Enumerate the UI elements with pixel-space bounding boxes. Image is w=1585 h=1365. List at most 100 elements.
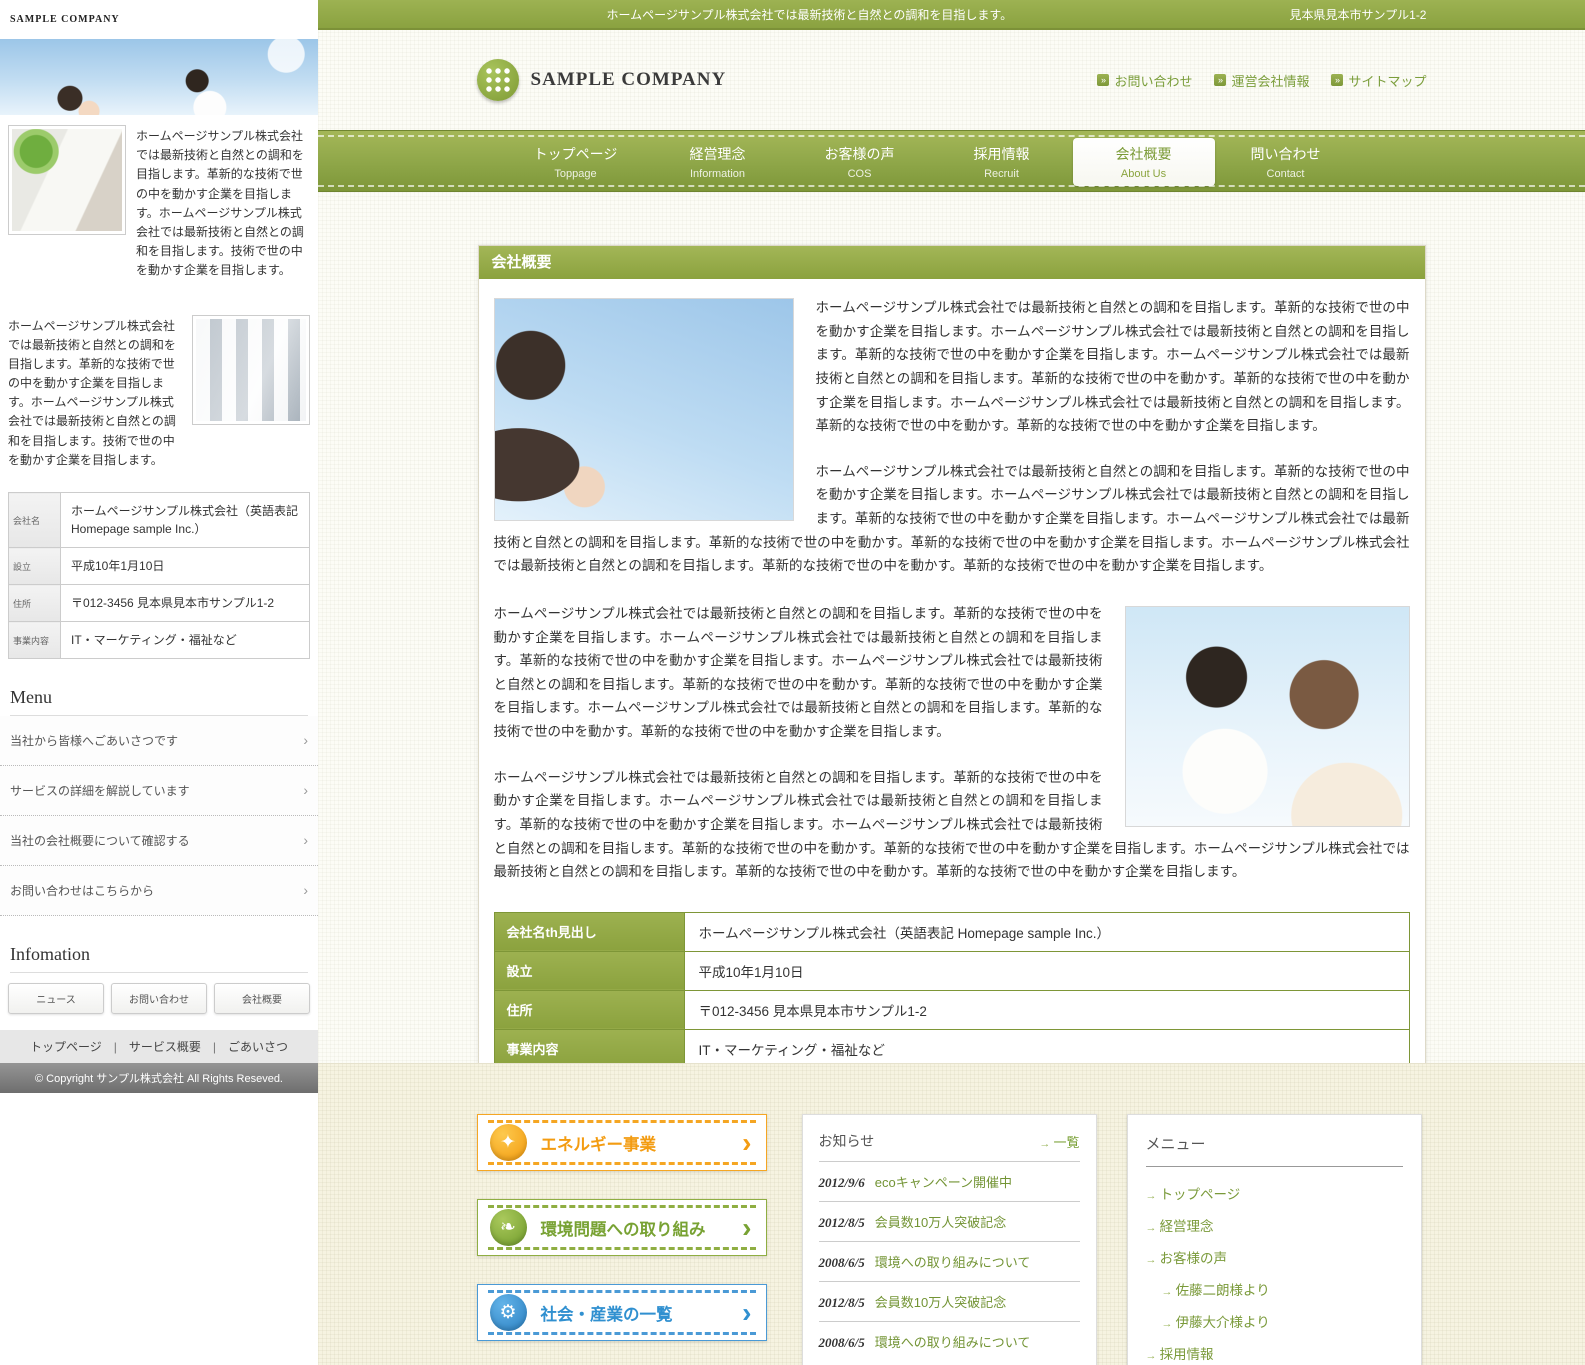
content-box: 会社概要 ホームページサンプル株式会社では最新技術と自然との調和を目指します。革… [478,245,1426,1100]
couple-photo [1125,606,1410,827]
row-value: ホームページサンプル株式会社（英語表記 Homepage sample Inc.… [61,493,310,548]
site-logo[interactable]: SAMPLE COMPANY [477,59,727,101]
side-menu-box: メニュー トップページ 経営理念 お客様の声 佐藤二朗様より 伊藤大介様より 採… [1127,1114,1422,1365]
nav-item-recruit[interactable]: 採用情報 Recruit [931,138,1073,186]
sidebar-menu-item-contact[interactable]: お問い合わせはこちらから [0,866,318,916]
nav-item-contact[interactable]: 問い合わせ Contact [1215,138,1357,186]
contact-button[interactable]: お問い合わせ [111,983,207,1014]
header-link-label: お問い合わせ [1114,71,1192,90]
sidebar-hero-photo [0,39,318,115]
content-row-1: ホームページサンプル株式会社では最新技術と自然との調和を目指します。革新的な技術… [494,296,1410,600]
news-date: 2012/8/5 [819,1215,865,1231]
header-link-label: サイトマップ [1348,71,1426,90]
side-menu-link-philosophy[interactable]: 経営理念 [1146,1209,1403,1241]
row-label: 設立 [9,548,61,585]
header-links: お問い合わせ 運営会社情報 サイトマップ [1097,71,1426,90]
sidebar-menu-heading: Menu [10,687,308,716]
chevron-right-icon: › [742,1214,751,1242]
footer-link-service[interactable]: サービス概要 [102,1040,201,1054]
nav-item-philosophy[interactable]: 経営理念 Information [647,138,789,186]
side-menu-list: トップページ 経営理念 お客様の声 佐藤二朗様より 伊藤大介様より 採用情報 2… [1146,1177,1403,1365]
sidebar-intro-text-1: ホームページサンプル株式会社では最新技術と自然との調和を目指します。革新的な技術… [136,125,310,281]
row-value: ホームページサンプル株式会社（英語表記 Homepage sample Inc.… [684,912,1409,951]
logo-dots-icon [477,59,519,101]
industry-banner[interactable]: 社会・産業の一覧 › [477,1284,767,1341]
energy-banner[interactable]: エネルギー事業 › [477,1114,767,1171]
side-menu-link-recruit[interactable]: 採用情報 [1146,1337,1403,1365]
news-date: 2008/6/5 [819,1255,865,1271]
woman-photo [494,298,794,521]
arrow-square-icon [1097,74,1109,86]
about-button[interactable]: 会社概要 [214,983,310,1014]
table-row: 設立 平成10年1月10日 [494,951,1409,990]
logo-text: SAMPLE COMPANY [531,69,727,91]
news-box: お知らせ 一覧 2012/9/6 ecoキャンペーン開催中 2012/8/5 会… [802,1114,1097,1365]
nav-item-voices[interactable]: お客様の声 COS [789,138,931,186]
arrow-square-icon [1331,74,1343,86]
row-value: 〒012-3456 見本県見本市サンプル1-2 [61,585,310,622]
sidebar-info-buttons: ニュース お問い合わせ 会社概要 [8,983,310,1014]
site-header: SAMPLE COMPANY お問い合わせ 運営会社情報 サイトマップ [318,30,1585,130]
arrow-square-icon [1214,74,1226,86]
news-link[interactable]: 会員数10万人突破記念 [875,1212,1006,1231]
table-row: 設立 平成10年1月10日 [9,548,310,585]
company-info-table: 会社名th見出し ホームページサンプル株式会社（英語表記 Homepage sa… [494,912,1410,1069]
sidebar-menu-item-about[interactable]: 当社の会社概要について確認する [0,816,318,866]
side-menu-link-sato[interactable]: 佐藤二朗様より [1146,1273,1403,1305]
side-menu-link-voices[interactable]: お客様の声 [1146,1241,1403,1273]
news-link[interactable]: 会員数10万人突破記念 [875,1292,1006,1311]
news-row: 2012/8/5 会員数10万人突破記念 [819,1202,1080,1242]
sidebar-copyright: © Copyright サンプル株式会社 All Rights Reseved. [0,1063,318,1093]
news-link[interactable]: ecoキャンペーン開催中 [875,1172,1012,1191]
news-row: 2012/8/5 会員数10万人突破記念 [819,1282,1080,1322]
chevron-right-icon: › [742,1299,751,1327]
footer-link-greeting[interactable]: ごあいさつ [201,1040,288,1054]
desk-photo [8,125,126,235]
global-nav: トップページ Toppage 経営理念 Information お客様の声 CO… [318,130,1585,192]
sidebar-menu: 当社から皆様へごあいさつです サービスの詳細を解説しています 当社の会社概要につ… [0,716,318,916]
news-more-link[interactable]: 一覧 [1039,1132,1079,1151]
row-label: 住所 [9,585,61,622]
mobile-preview-panel: SAMPLE COMPANY ホームページサンプル株式会社では最新技術と自然との… [0,0,318,1093]
nav-item-top[interactable]: トップページ Toppage [505,138,647,186]
news-link[interactable]: 環境への取り組みについて [875,1332,1031,1351]
header-link-label: 運営会社情報 [1231,71,1309,90]
nav-item-about-active[interactable]: 会社概要 About Us [1073,138,1215,186]
main-site: ホームページサンプル株式会社では最新技術と自然との調和を目指します。 見本県見本… [318,0,1585,1365]
footer-link-top[interactable]: トップページ [30,1040,102,1054]
sidebar-footer-links: トップページサービス概要ごあいさつ [0,1030,318,1063]
news-row: 2008/6/5 環境への取り組みについて [819,1242,1080,1282]
top-bar-tagline: ホームページサンプル株式会社では最新技術と自然との調和を目指します。 [477,6,1013,23]
row-label: 会社名 [9,493,61,548]
banner-label: 環境問題への取り組み [541,1216,743,1240]
sidebar-intro-text-2: ホームページサンプル株式会社では最新技術と自然との調和を目指します。革新的な技術… [8,315,182,471]
news-link[interactable]: 環境への取り組みについて [875,1252,1031,1271]
row-value: 〒012-3456 見本県見本市サンプル1-2 [684,990,1409,1029]
leaf-icon [490,1209,527,1246]
content-area: 会社概要 ホームページサンプル株式会社では最新技術と自然との調和を目指します。革… [318,245,1585,1063]
environment-banner[interactable]: 環境問題への取り組み › [477,1199,767,1256]
news-button[interactable]: ニュース [8,983,104,1014]
sidebar-menu-item-service[interactable]: サービスの詳細を解説しています [0,766,318,816]
lightbulb-icon [490,1124,527,1161]
side-menu-link-ito[interactable]: 伊藤大介様より [1146,1305,1403,1337]
header-link-contact[interactable]: お問い合わせ [1097,71,1192,90]
table-row: 会社名th見出し ホームページサンプル株式会社（英語表記 Homepage sa… [494,912,1409,951]
banner-label: エネルギー事業 [541,1131,743,1155]
row-label: 会社名th見出し [494,912,684,951]
table-row: 住所 〒012-3456 見本県見本市サンプル1-2 [9,585,310,622]
side-menu-link-top[interactable]: トップページ [1146,1177,1403,1209]
sidebar-menu-item-greeting[interactable]: 当社から皆様へごあいさつです [0,716,318,766]
row-value: 平成10年1月10日 [61,548,310,585]
news-list: 2012/9/6 ecoキャンペーン開催中 2012/8/5 会員数10万人突破… [819,1162,1080,1361]
table-row: 事業内容 IT・マーケティング・福祉など [9,622,310,659]
header-link-sitemap[interactable]: サイトマップ [1331,71,1426,90]
news-row: 2012/9/6 ecoキャンペーン開催中 [819,1162,1080,1202]
side-menu-title: メニュー [1146,1133,1403,1167]
bottom-widgets-section: エネルギー事業 › 環境問題への取り組み › 社会・産業の一覧 › お知らせ [318,1063,1585,1365]
row-label: 事業内容 [9,622,61,659]
row-value: 平成10年1月10日 [684,951,1409,990]
banner-column: エネルギー事業 › 環境問題への取り組み › 社会・産業の一覧 › [477,1114,767,1365]
header-link-company[interactable]: 運営会社情報 [1214,71,1309,90]
news-date: 2012/9/6 [819,1175,865,1191]
